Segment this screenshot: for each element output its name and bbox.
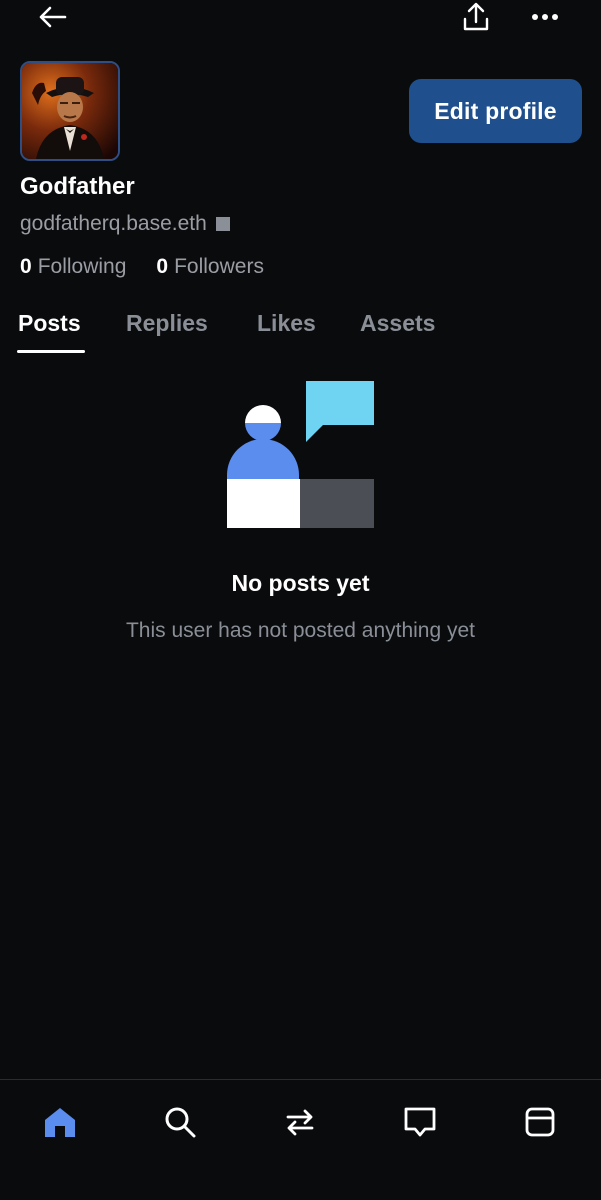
- following-label: Following: [37, 255, 127, 278]
- empty-posts-illustration-icon: [227, 381, 374, 528]
- following-count: 0: [20, 255, 32, 278]
- handle-row: godfatherq.base.eth: [20, 212, 230, 236]
- handle-text[interactable]: godfatherq.base.eth: [20, 212, 207, 236]
- messages-icon: [404, 1107, 436, 1137]
- back-button[interactable]: [30, 0, 74, 34]
- followers-stat[interactable]: 0 Followers: [156, 255, 264, 279]
- active-tab-indicator: [17, 350, 85, 353]
- nav-swap[interactable]: [275, 1100, 325, 1144]
- swap-icon: [286, 1109, 314, 1136]
- profile-tabs: Posts Replies Likes Assets: [0, 300, 601, 356]
- profile-page: Edit profile Godfather godfatherq.base.e…: [0, 0, 601, 1200]
- followers-label: Followers: [174, 255, 264, 278]
- more-horizontal-icon: [532, 14, 558, 20]
- share-button[interactable]: [454, 0, 498, 34]
- more-options-button[interactable]: [523, 0, 567, 34]
- avatar-image: [22, 63, 118, 159]
- tab-replies[interactable]: Replies: [126, 310, 208, 337]
- followers-count: 0: [156, 255, 169, 278]
- edit-profile-button[interactable]: Edit profile: [409, 79, 582, 143]
- avatar[interactable]: [20, 61, 120, 161]
- empty-state-title: No posts yet: [231, 570, 370, 596]
- tab-posts[interactable]: Posts: [18, 310, 81, 337]
- search-icon: [165, 1107, 196, 1138]
- display-name: Godfather: [20, 173, 135, 200]
- following-stat[interactable]: 0 Following: [20, 255, 126, 279]
- empty-state-subtitle: This user has not posted anything yet: [125, 619, 476, 642]
- share-upload-icon: [463, 2, 489, 31]
- tab-assets[interactable]: Assets: [360, 310, 435, 337]
- empty-state-illustration: [226, 380, 376, 530]
- nav-search[interactable]: [155, 1100, 205, 1144]
- follow-stats: 0 Following 0 Followers: [20, 255, 264, 279]
- top-bar: [0, 0, 601, 40]
- nav-home[interactable]: [35, 1100, 85, 1144]
- verified-square-icon: [215, 217, 230, 231]
- arrow-left-icon: [39, 6, 67, 28]
- nav-messages[interactable]: [395, 1100, 445, 1144]
- bottom-navigation: [0, 1079, 601, 1200]
- wallet-icon: [525, 1107, 555, 1137]
- tab-likes[interactable]: Likes: [257, 310, 316, 337]
- home-icon: [45, 1108, 75, 1137]
- nav-wallet[interactable]: [515, 1100, 565, 1144]
